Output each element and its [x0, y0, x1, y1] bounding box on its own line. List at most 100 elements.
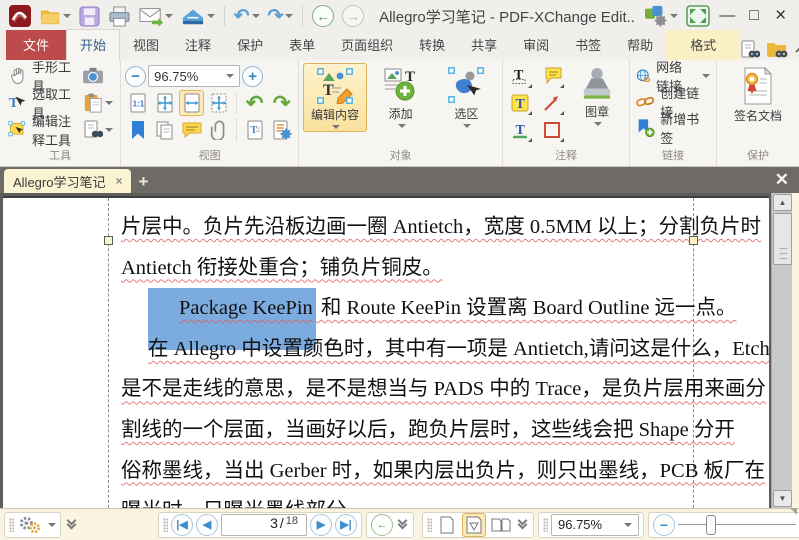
fit-width-layout-button[interactable] [462, 512, 486, 537]
redo-dropdown-caret[interactable] [285, 14, 294, 18]
content-panel-button[interactable]: T [242, 117, 267, 143]
typewriter-tool-button[interactable]: T [507, 63, 533, 89]
layout-overflow-button[interactable] [516, 515, 529, 530]
pdf-page[interactable]: 片层中。负片先沿板边画一圈 Antietch，宽度 0.5MM 以上；分割负片时… [3, 196, 769, 508]
fit-width-button[interactable] [179, 90, 205, 116]
next-view-button[interactable]: → [339, 3, 367, 29]
zoom-slider[interactable] [678, 514, 796, 536]
text-segment[interactable]: 和 Route KeePin 设置离 Board Outline 远一点。 [316, 297, 737, 319]
tab-form[interactable]: 表单 [276, 30, 328, 60]
previous-page-button[interactable]: ◀ [196, 513, 218, 536]
options-gears-icon[interactable] [17, 515, 43, 535]
rotate-cw-button[interactable]: ↷ [269, 90, 294, 116]
fit-page-button[interactable] [152, 90, 177, 116]
tab-view[interactable]: 视图 [120, 30, 172, 60]
tab-help[interactable]: 帮助 [614, 30, 666, 60]
first-page-button[interactable]: |◀ [171, 513, 193, 536]
redo-button[interactable]: ↷ [265, 3, 297, 29]
rectangle-tool-button[interactable] [539, 117, 565, 143]
previous-view-button[interactable]: ← [309, 3, 337, 29]
zoom-in-button[interactable]: + [242, 65, 264, 87]
scrollbar-thumb[interactable]: — — — [773, 213, 792, 265]
tab-home[interactable]: 开始 [66, 29, 121, 60]
zoom-slider-thumb[interactable] [706, 514, 716, 535]
text-line[interactable]: 是不是走线的意思，是不是想当与 PADS 中的 Trace，是负片层用来画分 [121, 369, 766, 410]
undo-button[interactable]: ↶ [231, 3, 263, 29]
text-line[interactable]: 俗称墨线，当出 Gerber 时，如果内层出负片，则只出墨线，PCB 板厂在 [121, 451, 765, 492]
text-line[interactable]: 割线的一个层面，当画好以后，跑负片层时，这些线会把 Shape 分开 [121, 410, 735, 451]
find-button[interactable] [80, 117, 116, 143]
tab-share[interactable]: 共享 [458, 30, 510, 60]
zoom-out-status-button[interactable]: − [653, 513, 675, 536]
toolbar-grip[interactable] [427, 517, 432, 532]
add-bookmark-button[interactable]: 新增书签 [634, 112, 712, 146]
edit-annotation-tool-button[interactable]: 编辑注释工具 [4, 114, 76, 148]
tab-convert[interactable]: 转换 [406, 30, 458, 60]
arrow-tool-button[interactable] [539, 90, 565, 116]
print-button[interactable] [105, 3, 134, 29]
text-line[interactable]: 片层中。负片先沿板边画一圈 Antietch，宽度 0.5MM 以上；分割负片时 [121, 207, 761, 248]
attachments-panel-button[interactable] [206, 117, 231, 143]
options-caret[interactable] [48, 522, 56, 527]
tab-comment[interactable]: 注释 [172, 30, 224, 60]
document-text[interactable]: 片层中。负片先沿板边画一圈 Antietch，宽度 0.5MM 以上；分割负片时… [121, 207, 769, 508]
minimize-button[interactable]: — [715, 2, 740, 30]
status-zoom-caret[interactable] [624, 522, 632, 527]
tab-protect[interactable]: 保护 [224, 30, 276, 60]
selection-handle-left[interactable] [104, 236, 113, 245]
highlight-text-button[interactable]: T [507, 90, 533, 116]
rotate-ccw-button[interactable]: ↶ [242, 90, 267, 116]
page-number-field[interactable]: 3 / 18 [221, 513, 307, 536]
single-page-layout-button[interactable] [435, 513, 459, 537]
toolbar-grip[interactable] [9, 517, 14, 532]
zoom-out-button[interactable]: − [125, 65, 147, 87]
snapshot-button[interactable] [80, 63, 106, 89]
document-tab-active[interactable]: Allegro学习笔记 × [4, 169, 132, 193]
status-zoom-combobox[interactable]: 96.75% [551, 513, 639, 536]
two-page-layout-button[interactable] [489, 513, 513, 537]
zoom-level-combobox[interactable]: 96.75% [148, 65, 241, 87]
vertical-scrollbar[interactable]: ▲ — — — ▼ [771, 193, 792, 508]
open-dropdown-caret[interactable] [63, 14, 71, 18]
underline-text-button[interactable]: T [507, 117, 533, 143]
open-button[interactable] [36, 3, 74, 29]
selection-caret[interactable] [463, 124, 472, 128]
paste-dropdown-caret[interactable] [105, 101, 114, 105]
scan-button[interactable] [178, 3, 218, 29]
maximize-button[interactable]: □ [742, 2, 767, 30]
tab-format[interactable]: 格式 [666, 30, 741, 60]
zoom-slider-track[interactable] [678, 523, 796, 525]
collapse-left-toolbar-button[interactable] [65, 515, 78, 530]
text-line[interactable]: 在 Allegro 中设置颜色时，其中有一项是 Antietch,请问这是什么，… [121, 329, 769, 370]
close-document-button[interactable]: ✕ [775, 170, 789, 190]
stamp-button[interactable]: 图章 [569, 63, 625, 143]
add-object-button[interactable]: T 添加 [369, 63, 433, 132]
search-folders-button[interactable] [766, 40, 788, 60]
previous-view-button-status[interactable]: ← [371, 513, 393, 536]
edit-content-caret[interactable] [332, 125, 340, 129]
undo-dropdown-caret[interactable] [251, 14, 260, 18]
text-line[interactable]: Antietch 衔接处重合；铺负片铜皮。 [121, 248, 696, 289]
tab-organize[interactable]: 页面组织 [328, 30, 406, 60]
text-line[interactable]: 曝光时，只曝光墨线部分。 [121, 491, 696, 508]
sign-document-button[interactable]: 签名文档 [721, 63, 795, 126]
text-line[interactable]: Package KeePin 和 Route KeePin 设置离 Board … [121, 288, 737, 350]
find-in-document-button[interactable] [740, 40, 761, 60]
selection-handle-right[interactable] [689, 236, 698, 245]
tab-bookmarks[interactable]: 书签 [562, 30, 614, 60]
close-button[interactable]: × [768, 2, 793, 30]
last-page-button[interactable]: ▶| [335, 513, 357, 536]
fit-visible-button[interactable] [206, 90, 231, 116]
save-button[interactable] [76, 3, 103, 29]
view-history-overflow-button[interactable] [396, 515, 409, 530]
tab-file[interactable]: 文件 [6, 30, 67, 60]
stamp-caret[interactable] [594, 122, 603, 126]
zoom-combobox-caret[interactable] [226, 74, 235, 78]
add-object-caret[interactable] [397, 124, 406, 128]
selection-button[interactable]: 选区 [435, 63, 499, 132]
thumbnails-panel-button[interactable] [152, 117, 177, 143]
find-dropdown-caret[interactable] [105, 128, 114, 132]
email-button[interactable] [136, 3, 176, 29]
fullscreen-button[interactable] [683, 3, 713, 29]
document-tab-close-icon[interactable]: × [115, 174, 122, 188]
